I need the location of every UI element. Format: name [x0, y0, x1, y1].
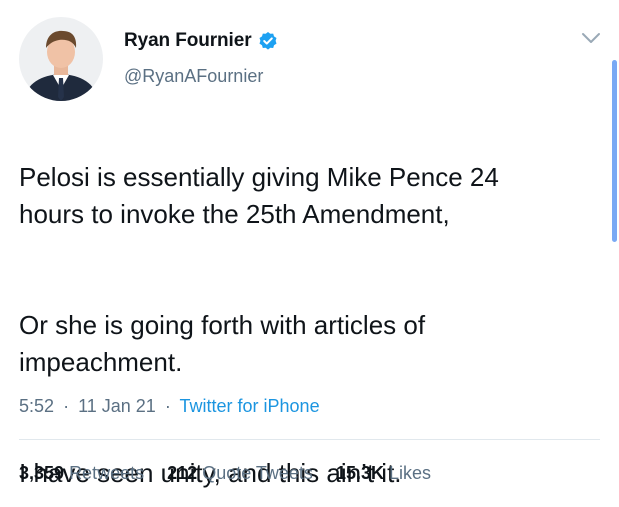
likes-label: Likes — [389, 463, 432, 483]
divider — [19, 439, 600, 440]
avatar[interactable] — [19, 17, 103, 101]
engagement-stats: 3,359 Retweets 212 Quote Tweets 15.3K Li… — [19, 463, 449, 484]
avatar-image — [19, 17, 103, 101]
meta-separator: · — [164, 396, 171, 416]
chevron-down-icon[interactable] — [580, 30, 602, 46]
tweet-view: Ryan Fournier @RyanAFournier Pelosi is e… — [0, 0, 619, 507]
likes-stat[interactable]: 15.3K Likes — [336, 463, 431, 483]
author-display-name[interactable]: Ryan Fournier — [124, 30, 252, 52]
likes-count: 15.3K — [335, 463, 384, 483]
quote-tweets-label: Quote Tweets — [202, 463, 313, 483]
tweet-time[interactable]: 5:52 — [19, 396, 54, 416]
author-handle[interactable]: @RyanAFournier — [124, 66, 263, 87]
tweet-paragraph: Or she is going forth with articles of i… — [19, 310, 426, 377]
tweet-text: Pelosi is essentially giving Mike Pence … — [19, 122, 599, 507]
tweet-date[interactable]: 11 Jan 21 — [78, 396, 156, 416]
tweet-source-link[interactable]: Twitter for iPhone — [180, 396, 320, 416]
retweets-count: 3,359 — [19, 463, 65, 483]
scrollbar[interactable] — [612, 60, 617, 242]
retweets-label: Retweets — [69, 463, 145, 483]
tweet-paragraph: Pelosi is essentially giving Mike Pence … — [19, 162, 499, 229]
meta-separator: · — [63, 396, 70, 416]
retweets-stat[interactable]: 3,359 Retweets — [19, 463, 149, 483]
quote-tweets-count: 212 — [167, 463, 198, 483]
tweet-meta: 5:52 · 11 Jan 21 · Twitter for iPhone — [19, 396, 320, 417]
quote-tweets-stat[interactable]: 212 Quote Tweets — [167, 463, 318, 483]
author-name-row[interactable]: Ryan Fournier — [124, 30, 278, 52]
verified-badge-icon — [258, 31, 278, 51]
